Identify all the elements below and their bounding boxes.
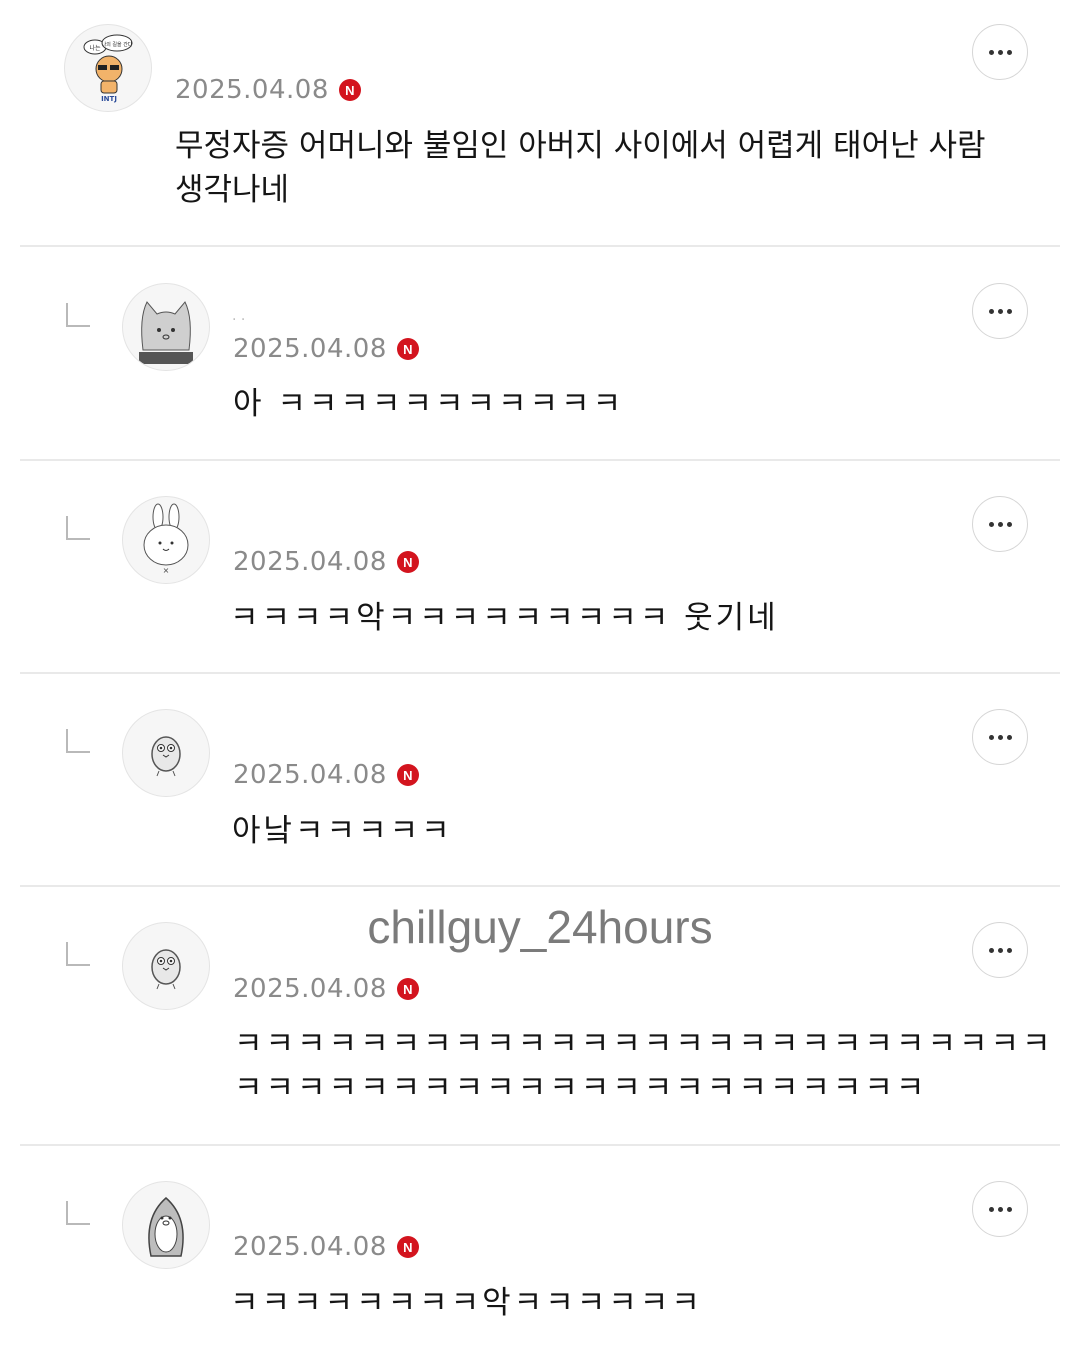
- divider: [20, 1144, 1060, 1146]
- comment-date: 2025.04.08: [233, 760, 387, 790]
- avatar[interactable]: ×: [122, 496, 210, 584]
- more-options-button[interactable]: [972, 709, 1028, 765]
- more-options-button[interactable]: [972, 1181, 1028, 1237]
- naver-badge-icon: N: [396, 338, 419, 360]
- comment-meta: 2025.04.08 N: [233, 547, 419, 577]
- svg-text:나의 길을 간다: 나의 길을 간다: [102, 41, 133, 48]
- more-dots-icon: [988, 49, 1012, 55]
- rabbit-icon: ×: [143, 503, 189, 575]
- naver-badge-icon: N: [338, 79, 361, 101]
- comment-date: 2025.04.08: [233, 547, 387, 577]
- avatar[interactable]: [122, 922, 210, 1010]
- reply-arrow-icon: [66, 303, 90, 327]
- naver-badge-icon: N: [396, 1236, 419, 1258]
- svg-text:나는: 나는: [89, 44, 101, 52]
- comment-text: ㅋㅋㅋㅋㅋㅋㅋㅋ악ㅋㅋㅋㅋㅋㅋ: [230, 1285, 703, 1321]
- more-options-button[interactable]: [972, 496, 1028, 552]
- naver-badge-icon: N: [396, 978, 419, 1000]
- comment-date: 2025.04.08: [233, 974, 387, 1004]
- comment-text: 아 ㅋㅋㅋㅋㅋㅋㅋㅋㅋㅋㅋ: [233, 386, 625, 422]
- comment-text: 아낰ㅋㅋㅋㅋㅋ: [232, 813, 453, 849]
- comment-date: 2025.04.08: [233, 1232, 387, 1262]
- cat-sunglasses-icon: 나는 나의 길을 간다 INTJ: [83, 34, 133, 103]
- avatar[interactable]: 나는 나의 길을 간다 INTJ: [64, 24, 152, 112]
- more-dots-icon: [988, 947, 1012, 953]
- avatar[interactable]: [122, 709, 210, 797]
- more-dots-icon: [988, 1206, 1012, 1212]
- username[interactable]: . .: [232, 308, 245, 324]
- more-options-button[interactable]: [972, 24, 1028, 80]
- reply-arrow-icon: [66, 942, 90, 966]
- reply-arrow-icon: [66, 1201, 90, 1225]
- comment-text: 무정자증 어머니와 불임인 아버지 사이에서 어렵게 태어난 사람 생각나네: [175, 128, 986, 208]
- naver-badge-icon: N: [396, 551, 419, 573]
- avatar[interactable]: [122, 1181, 210, 1269]
- comment-meta: 2025.04.08 N: [233, 760, 419, 790]
- cat-face-icon: [139, 301, 193, 364]
- divider: [20, 885, 1060, 887]
- comment-meta: 2025.04.08 N: [233, 974, 419, 1004]
- comment-text: ㅋㅋㅋㅋ악ㅋㅋㅋㅋㅋㅋㅋㅋㅋ 웃기네: [230, 600, 779, 636]
- more-dots-icon: [988, 308, 1012, 314]
- bird-icon: [151, 949, 181, 990]
- more-options-button[interactable]: [972, 283, 1028, 339]
- avatar[interactable]: [122, 283, 210, 371]
- comment-date: 2025.04.08: [233, 334, 387, 364]
- comment-date: 2025.04.08: [175, 75, 329, 105]
- penguin-icon: [148, 1197, 184, 1257]
- reply-arrow-icon: [66, 516, 90, 540]
- svg-text:INTJ: INTJ: [101, 95, 117, 103]
- reply-arrow-icon: [66, 729, 90, 753]
- comment-meta: 2025.04.08 N: [233, 1232, 419, 1262]
- more-dots-icon: [988, 521, 1012, 527]
- divider: [20, 672, 1060, 674]
- comment-meta: 2025.04.08 N: [233, 334, 419, 364]
- svg-text:×: ×: [163, 566, 170, 575]
- divider: [20, 245, 1060, 247]
- more-dots-icon: [988, 734, 1012, 740]
- more-options-button[interactable]: [972, 922, 1028, 978]
- divider: [20, 459, 1060, 461]
- bird-icon: [151, 736, 181, 777]
- comment-meta: 2025.04.08 N: [175, 75, 361, 105]
- naver-badge-icon: N: [396, 764, 419, 786]
- comment-text: ㅋㅋㅋㅋㅋㅋㅋㅋㅋㅋㅋㅋㅋㅋㅋㅋㅋㅋㅋㅋㅋㅋㅋㅋㅋㅋ ㅋㅋㅋㅋㅋㅋㅋㅋㅋㅋㅋㅋㅋ…: [234, 1026, 1054, 1106]
